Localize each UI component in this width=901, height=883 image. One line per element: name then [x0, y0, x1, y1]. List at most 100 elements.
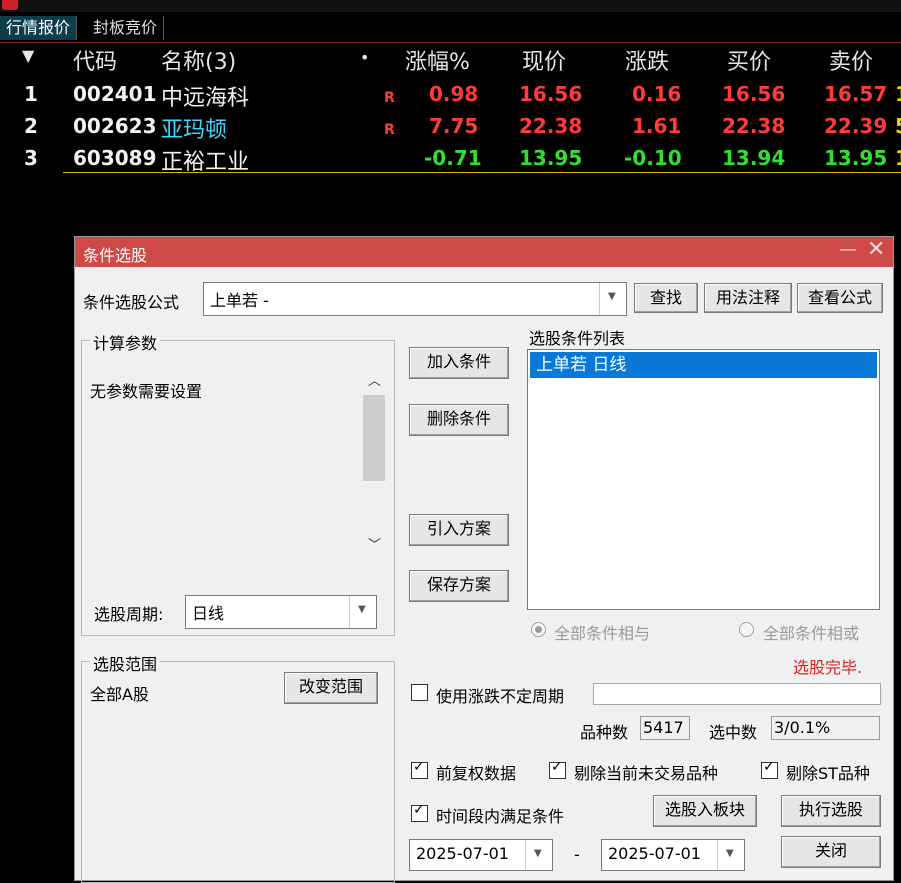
uncertain-period-label[interactable]: 使用涨跌不定周期	[436, 683, 564, 707]
count-field: 5417	[640, 716, 690, 740]
header-change-pct[interactable]: 涨幅%	[405, 44, 470, 76]
selected-label: 选中数	[709, 723, 758, 742]
table-bottom-line	[63, 172, 901, 173]
exclude-untraded-checkbox[interactable]: ✓	[549, 759, 566, 779]
time-range-label[interactable]: 时间段内满足条件	[436, 803, 564, 827]
row-ask: 13.95	[824, 146, 888, 170]
exclude-st-label[interactable]: 剔除ST品种	[786, 760, 870, 784]
row-bid: 22.38	[722, 114, 786, 138]
sort-triangle-icon[interactable]: ▼	[22, 46, 34, 65]
chevron-down-icon[interactable]: ▼	[525, 840, 552, 870]
radio-all-or-label[interactable]: 全部条件相或	[763, 620, 859, 644]
header-name[interactable]: 名称(3)	[161, 44, 236, 76]
close-icon[interactable]: ✕	[867, 237, 885, 262]
range-legend: 选股范围	[90, 651, 161, 675]
uncertain-period-checkbox[interactable]	[411, 684, 428, 701]
header-change[interactable]: 涨跌	[625, 44, 669, 76]
row-code: 002401	[73, 82, 157, 106]
formula-label: 条件选股公式	[83, 293, 180, 312]
row-ask: 16.57	[824, 82, 888, 106]
date-from-select[interactable]: 2025-07-01 ▼	[409, 839, 553, 871]
radio-all-and-label[interactable]: 全部条件相与	[554, 620, 650, 644]
forward-adjusted-label[interactable]: 前复权数据	[436, 760, 516, 784]
app-logo-icon	[2, 0, 18, 10]
header-bid[interactable]: 买价	[727, 44, 771, 76]
row-flag: R	[384, 90, 395, 106]
status-text: 选股完毕.	[793, 658, 863, 677]
chevron-down-icon[interactable]: ▼	[349, 596, 376, 628]
run-selection-button[interactable]: 执行选股	[781, 795, 881, 827]
scrollbar-thumb[interactable]	[363, 395, 385, 481]
calc-params-group: 计算参数 无参数需要设置 ︿ ﹀ 选股周期: 日线 ▼	[81, 330, 395, 636]
usage-notes-button[interactable]: 用法注释	[704, 283, 792, 313]
import-plan-button[interactable]: 引入方案	[409, 514, 509, 546]
delete-condition-button[interactable]: 删除条件	[409, 404, 509, 436]
row-index: 3	[24, 146, 38, 170]
condition-stock-selection-dialog: 条件选股 — ✕ 条件选股公式 上单若 - ▼ 查找 用法注释 查看公式 计算参…	[74, 236, 894, 883]
row-overflow-edge: 1	[895, 146, 901, 170]
save-plan-button[interactable]: 保存方案	[409, 570, 509, 602]
no-params-text: 无参数需要设置	[90, 382, 203, 401]
dialog-title: 条件选股	[83, 246, 148, 265]
radio-all-or[interactable]	[739, 622, 754, 637]
list-item[interactable]: 上单若 日线	[530, 352, 877, 378]
params-scrollbar[interactable]: ︿ ﹀	[362, 366, 386, 557]
table-row[interactable]: 3 603089 正裕工业 -0.71 13.95 -0.10 13.94 13…	[0, 142, 901, 175]
header-dot: •	[360, 48, 370, 67]
exclude-untraded-label[interactable]: 剔除当前未交易品种	[574, 760, 718, 784]
row-name: 亚玛顿	[161, 118, 228, 143]
table-row[interactable]: 2 002623 亚玛顿 R 7.75 22.38 1.61 22.38 22.…	[0, 110, 901, 143]
chevron-down-icon[interactable]: ▼	[599, 283, 626, 315]
forward-adjusted-checkbox[interactable]: ✓	[411, 759, 428, 779]
row-bid: 16.56	[722, 82, 786, 106]
condition-list-label: 选股条件列表	[529, 329, 626, 348]
period-select[interactable]: 日线 ▼	[185, 595, 377, 629]
row-ask: 22.39	[824, 114, 888, 138]
row-price: 13.95	[519, 146, 583, 170]
row-change: 0.16	[632, 82, 682, 106]
header-ask[interactable]: 卖价	[829, 44, 873, 76]
row-change-pct: -0.71	[424, 146, 482, 170]
view-formula-button[interactable]: 查看公式	[797, 283, 883, 313]
find-button[interactable]: 查找	[634, 283, 698, 313]
row-index: 1	[24, 82, 38, 106]
header-price[interactable]: 现价	[522, 44, 566, 76]
radio-all-and[interactable]	[531, 622, 546, 637]
minimize-icon[interactable]: —	[839, 239, 857, 260]
row-name: 中远海科	[161, 86, 250, 111]
chevron-down-icon[interactable]: ▼	[717, 840, 744, 870]
row-bid: 13.94	[722, 146, 786, 170]
period-label: 选股周期:	[94, 605, 164, 624]
condition-list[interactable]: 上单若 日线	[527, 349, 880, 610]
add-condition-button[interactable]: 加入条件	[409, 347, 509, 379]
row-index: 2	[24, 114, 38, 138]
chevron-down-icon[interactable]: ﹀	[368, 534, 381, 553]
top-menu-strip	[0, 0, 901, 12]
close-button[interactable]: 关闭	[781, 836, 881, 868]
formula-select[interactable]: 上单若 - ▼	[203, 282, 627, 316]
tab-limit-bidding[interactable]: 封板竞价	[87, 16, 165, 40]
row-change: -0.10	[624, 146, 682, 170]
count-value: 5417	[643, 718, 684, 737]
row-change-pct: 0.98	[429, 82, 479, 106]
table-row[interactable]: 1 002401 中远海科 R 0.98 16.56 0.16 16.56 16…	[0, 78, 901, 111]
row-code: 002623	[73, 114, 157, 138]
uncertain-period-input[interactable]	[593, 683, 881, 705]
row-change-pct: 7.75	[429, 114, 479, 138]
date-separator: -	[574, 845, 580, 864]
formula-value: 上单若 -	[210, 291, 269, 310]
tab-bar: 行情报价 封板竞价	[0, 12, 901, 43]
row-code: 603089	[73, 146, 157, 170]
table-header: ▼ 代码 名称(3) • 涨幅% 现价 涨跌 买价 卖价	[0, 42, 901, 76]
chevron-up-icon[interactable]: ︿	[368, 370, 381, 389]
time-range-checkbox[interactable]: ✓	[411, 802, 428, 822]
add-to-block-button[interactable]: 选股入板块	[653, 795, 757, 827]
dialog-title-bar[interactable]: 条件选股 — ✕	[75, 237, 893, 267]
row-flag: R	[384, 122, 395, 138]
tab-quotes[interactable]: 行情报价	[0, 16, 78, 40]
change-range-button[interactable]: 改变范围	[284, 672, 378, 704]
header-code[interactable]: 代码	[73, 44, 117, 76]
date-to-select[interactable]: 2025-07-01 ▼	[601, 839, 745, 871]
exclude-st-checkbox[interactable]: ✓	[761, 759, 778, 779]
calc-params-legend: 计算参数	[90, 330, 161, 354]
